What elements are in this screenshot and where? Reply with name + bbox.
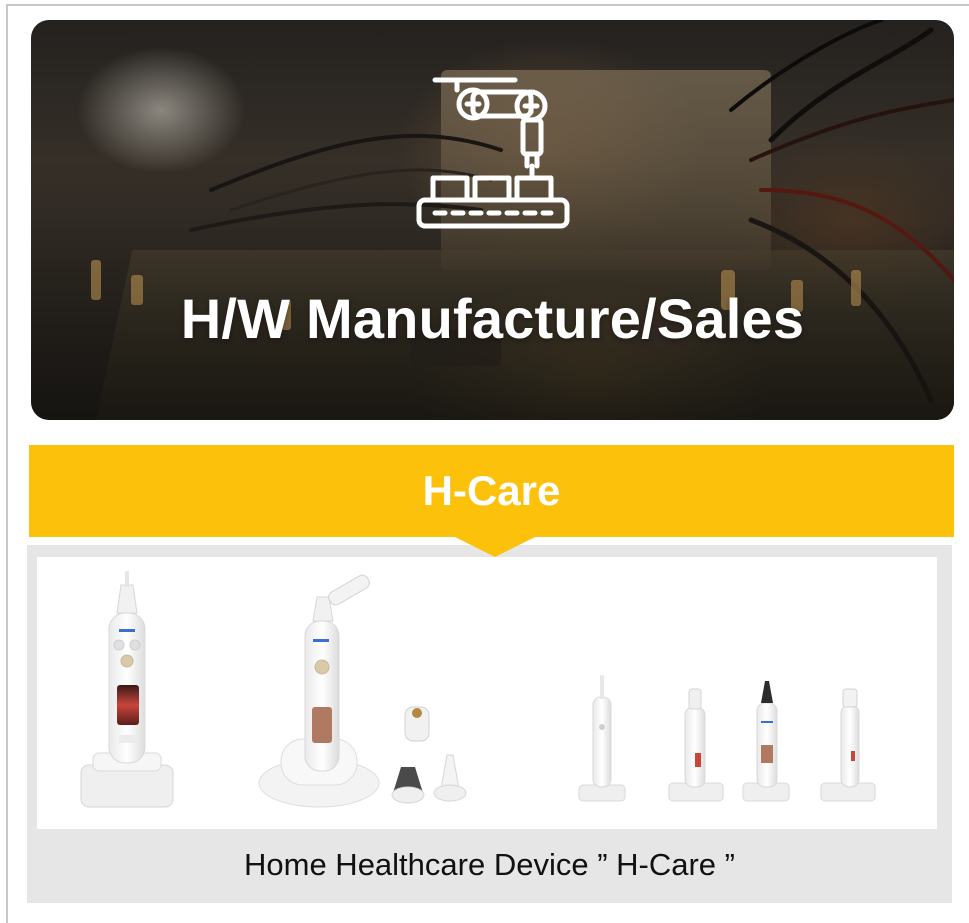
h-care-device-lineup — [80, 571, 876, 808]
product-banner: H-Care — [29, 445, 954, 557]
product-caption: Home Healthcare Device ” H-Care ” — [244, 847, 735, 882]
device-lineup-small — [578, 675, 876, 802]
banner-pointer — [455, 537, 535, 557]
product-gallery: Home Healthcare Device ” H-Care ” — [27, 545, 952, 903]
product-title: H-Care — [422, 467, 561, 514]
device-with-dock — [258, 574, 467, 808]
device-standing-large — [80, 571, 174, 808]
product-photo — [37, 557, 937, 829]
hero-banner: H/W Manufacture/Sales — [31, 20, 954, 420]
robot-arm-assembly-line-icon — [416, 77, 570, 229]
hero-title: H/W Manufacture/Sales — [180, 287, 805, 350]
